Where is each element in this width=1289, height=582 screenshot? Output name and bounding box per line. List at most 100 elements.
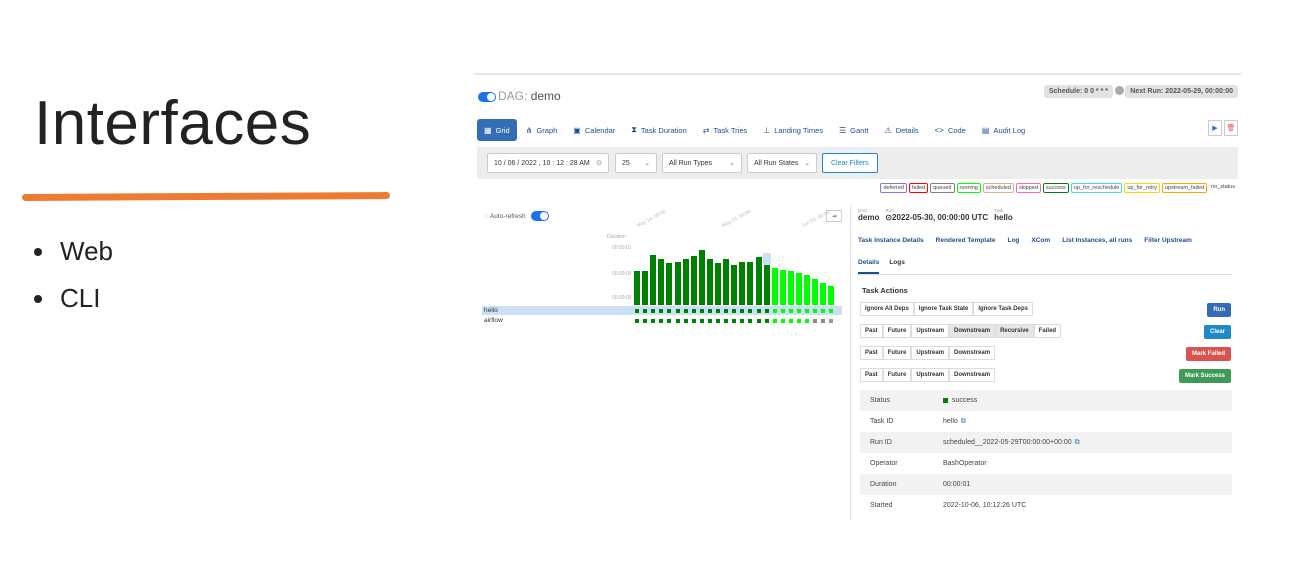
task-instance-cell[interactable] [724, 309, 729, 313]
dag-pause-toggle[interactable] [478, 92, 496, 102]
legend-item-upstream_failed[interactable]: upstream_failed [1162, 183, 1208, 193]
run-bar[interactable] [634, 271, 640, 305]
legend-item-up_for_reschedule[interactable]: up_for_reschedule [1070, 183, 1123, 193]
legend-item-skipped[interactable]: skipped [1015, 183, 1041, 193]
task-instance-cell[interactable] [821, 309, 826, 313]
task-instance-cell[interactable] [764, 309, 769, 313]
option-past[interactable]: Past [860, 368, 883, 382]
run-bar[interactable] [690, 255, 697, 305]
task-instance-cell[interactable] [707, 319, 712, 323]
task-instance-cell[interactable] [788, 309, 793, 313]
clear-button[interactable]: Clear [1203, 325, 1231, 339]
legend-item-up_for_retry[interactable]: up_for_retry [1124, 183, 1160, 193]
tab-graph[interactable]: ⋔ Graph [519, 119, 565, 141]
run-button[interactable]: Run [1207, 303, 1231, 317]
tab-audit-log[interactable]: ▤ Audit Log [975, 119, 1032, 141]
option-future[interactable]: Future [882, 368, 912, 382]
option-downstream[interactable]: Downstream [949, 368, 996, 382]
task-instance-cell[interactable] [683, 309, 688, 313]
option-downstream[interactable]: Downstream [949, 346, 996, 360]
run-bar[interactable] [787, 271, 794, 305]
task-instance-cell[interactable] [756, 319, 761, 323]
run-bar[interactable] [812, 278, 819, 305]
run-bar[interactable] [706, 259, 713, 305]
task-instance-cell[interactable] [691, 309, 696, 313]
tab-code[interactable]: <> Code [928, 119, 973, 141]
option-future[interactable]: Future [882, 324, 912, 338]
option-failed[interactable]: Failed [1033, 324, 1062, 338]
task-instance-cell[interactable] [805, 309, 810, 313]
tab-details[interactable]: ⚠ Details [878, 119, 926, 141]
task-instance-cell[interactable] [651, 319, 656, 323]
option-ignore-all-deps[interactable]: Ignore All Deps [860, 302, 914, 316]
task-instance-cell[interactable] [756, 309, 761, 313]
option-past[interactable]: Past [860, 324, 883, 338]
task-instance-cell[interactable] [748, 319, 753, 323]
breadcrumb-run[interactable]: Run ⊙2022-05-30, 00:00:00 UTC [885, 208, 988, 222]
link-task-instance-details[interactable]: Task Instance Details [858, 237, 924, 244]
task-instance-cell[interactable] [675, 319, 680, 323]
task-instance-cell[interactable] [643, 309, 648, 313]
link-xcom[interactable]: XCom [1031, 237, 1050, 244]
task-instance-cell[interactable] [651, 309, 656, 313]
copy-icon[interactable]: ⧉ [961, 418, 966, 426]
mark-success-button[interactable]: Mark Success [1178, 369, 1231, 383]
tab-gantt[interactable]: ☰ Gantt [832, 119, 876, 141]
run-bar[interactable] [731, 265, 738, 305]
run-bar[interactable] [658, 259, 665, 305]
task-instance-cell[interactable] [732, 309, 737, 313]
option-past[interactable]: Past [860, 346, 883, 360]
task-instance-cell[interactable] [780, 309, 785, 313]
run-bar[interactable] [779, 270, 786, 305]
base-date-input[interactable]: 10 / 06 / 2022 , 10 : 12 : 28 AM ⊙ [487, 153, 609, 173]
tab-details[interactable]: Details [858, 259, 880, 274]
option-upstream[interactable]: Upstream [911, 368, 950, 382]
task-instance-cell[interactable] [707, 309, 712, 313]
task-instance-cell[interactable] [772, 309, 777, 313]
run-bar[interactable] [755, 257, 762, 305]
info-icon[interactable] [1115, 86, 1124, 95]
option-recursive[interactable]: Recursive [995, 324, 1034, 338]
run-bar[interactable] [674, 261, 681, 305]
task-instance-cell[interactable] [732, 319, 737, 323]
auto-refresh-toggle[interactable] [530, 211, 549, 221]
run-bar[interactable] [771, 267, 778, 305]
run-bar[interactable] [747, 261, 754, 305]
task-instance-cell[interactable] [716, 309, 720, 313]
legend-item-deferred[interactable]: deferred [880, 183, 907, 193]
task-instance-cell[interactable] [748, 309, 753, 313]
legend-item-running[interactable]: running [956, 183, 981, 193]
option-downstream[interactable]: Downstream [949, 324, 996, 338]
run-bar[interactable] [820, 283, 827, 305]
legend-item-success[interactable]: success [1042, 183, 1069, 193]
legend-item-failed[interactable]: failed [908, 183, 929, 193]
run-bar[interactable] [739, 261, 746, 305]
task-instance-cell[interactable] [821, 319, 826, 323]
run-type-select[interactable]: All Run Types ⌄ [662, 153, 742, 173]
task-instance-cell[interactable] [667, 309, 672, 313]
task-instance-cell[interactable] [643, 319, 648, 323]
task-instance-cell[interactable] [788, 319, 793, 323]
run-bar[interactable] [796, 272, 802, 305]
clear-filters-button[interactable]: Clear Filters [822, 153, 878, 173]
task-instance-cell[interactable] [659, 309, 664, 313]
task-instance-cell[interactable] [659, 319, 664, 323]
num-runs-select[interactable]: 25 ⌄ [615, 153, 657, 173]
link-filter-upstream[interactable]: Filter Upstream [1144, 237, 1192, 244]
link-log[interactable]: Log [1007, 237, 1019, 244]
legend-item-queued[interactable]: queued [930, 183, 955, 193]
task-instance-cell[interactable] [772, 319, 777, 323]
option-ignore-task-deps[interactable]: Ignore Task Deps [973, 302, 1033, 316]
option-upstream[interactable]: Upstream [911, 324, 950, 338]
task-instance-cell[interactable] [635, 309, 639, 313]
run-bar[interactable] [828, 285, 835, 305]
run-bar[interactable] [723, 259, 730, 305]
task-instance-cell[interactable] [667, 319, 672, 323]
trigger-dag-button[interactable]: ▶ [1208, 120, 1222, 136]
delete-dag-button[interactable]: 🗑 [1224, 120, 1238, 136]
mark-failed-button[interactable]: Mark Failed [1185, 347, 1231, 361]
task-instance-cell[interactable] [740, 319, 745, 323]
task-instance-cell[interactable] [691, 319, 696, 323]
task-instance-cell[interactable] [780, 319, 785, 323]
task-instance-cell[interactable] [829, 319, 834, 323]
